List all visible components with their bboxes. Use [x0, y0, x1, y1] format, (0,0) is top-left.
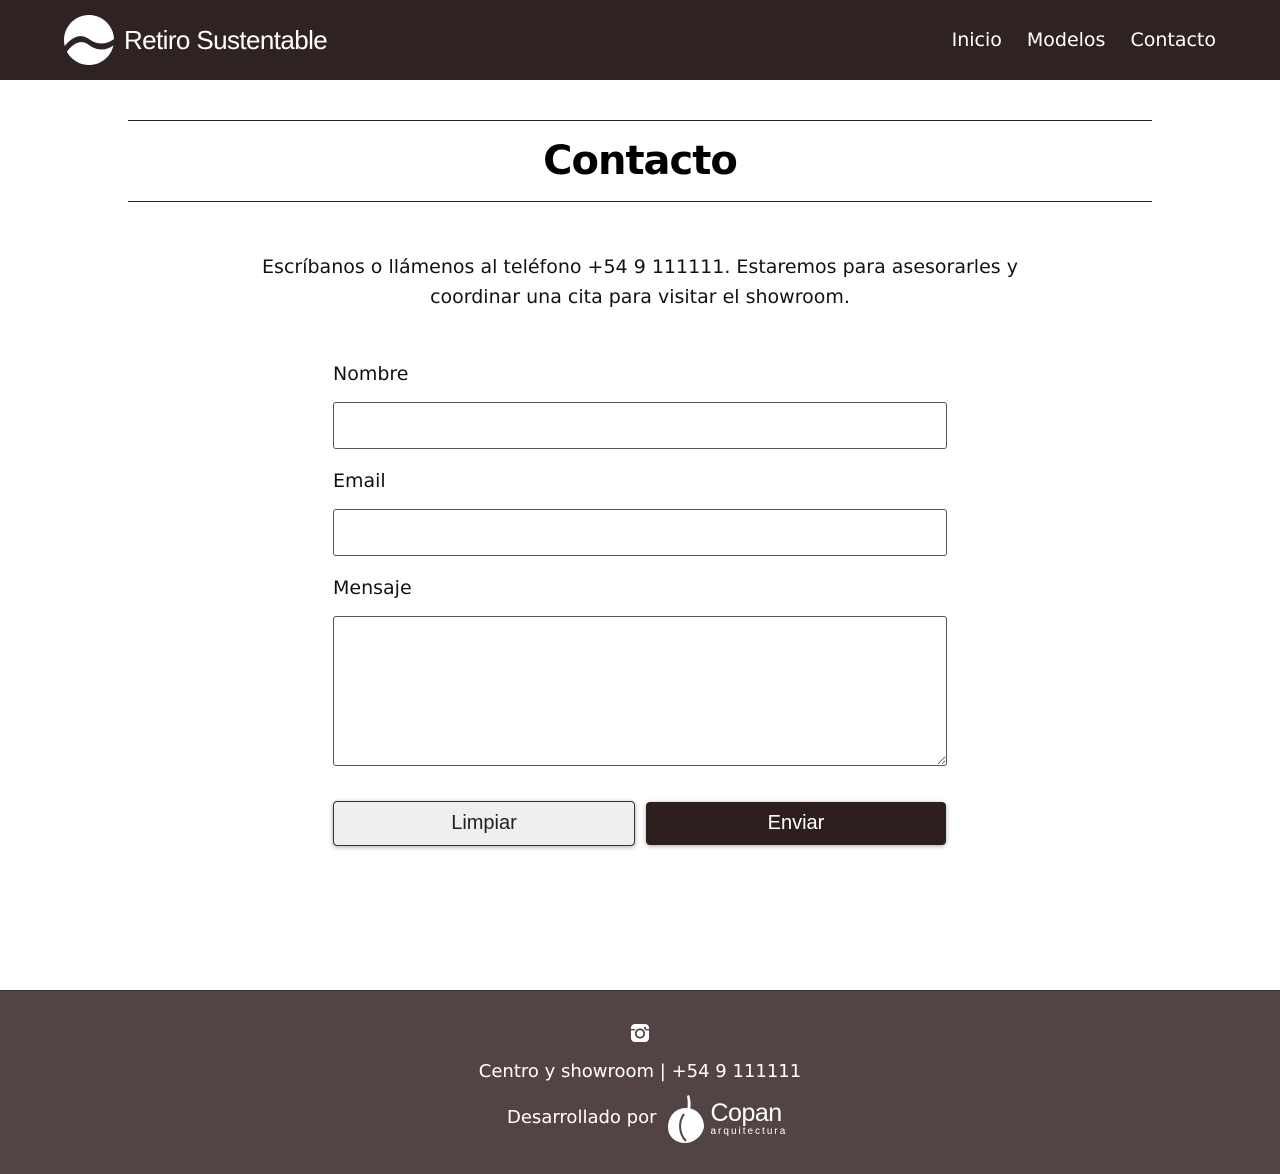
brand-name: Retiro Sustentable: [124, 24, 328, 55]
intro-text: Escríbanos o llámenos al teléfono +54 9 …: [262, 256, 1018, 308]
credit-prefix: Desarrollado por: [507, 1106, 657, 1128]
page-title-section: Contacto: [128, 120, 1152, 202]
main-nav: Inicio Modelos Contacto: [952, 29, 1216, 51]
nav-link-inicio[interactable]: Inicio: [952, 29, 1002, 51]
brand-home-link[interactable]: Retiro Sustentable: [64, 15, 328, 65]
clear-button[interactable]: Limpiar: [333, 801, 635, 846]
nav-link-contacto[interactable]: Contacto: [1130, 29, 1216, 51]
instagram-icon[interactable]: [630, 1023, 650, 1043]
footer-contact-line: Centro y showroom | +54 9 111111: [478, 1061, 802, 1082]
copan-logo-icon: [668, 1095, 705, 1143]
footer-credit: Desarrollado por Copan arquitectura: [507, 1093, 787, 1145]
copan-name: Copan: [710, 1099, 782, 1127]
send-button[interactable]: Enviar: [646, 802, 946, 845]
message-textarea[interactable]: [333, 616, 947, 766]
name-label: Nombre: [333, 363, 409, 385]
site-header: Retiro Sustentable Inicio Modelos Contac…: [0, 0, 1280, 80]
message-label: Mensaje: [333, 577, 412, 599]
email-label: Email: [333, 470, 386, 492]
site-footer: Centro y showroom | +54 9 111111 Desarro…: [0, 990, 1280, 1174]
page-title: Contacto: [543, 138, 738, 184]
name-input[interactable]: [333, 402, 947, 449]
nav-link-modelos[interactable]: Modelos: [1027, 29, 1106, 51]
copan-subtitle: arquitectura: [710, 1126, 788, 1137]
copan-logo-link[interactable]: Copan arquitectura: [666, 1094, 787, 1144]
brand-logo-icon: [64, 15, 114, 65]
email-input[interactable]: [333, 509, 947, 556]
